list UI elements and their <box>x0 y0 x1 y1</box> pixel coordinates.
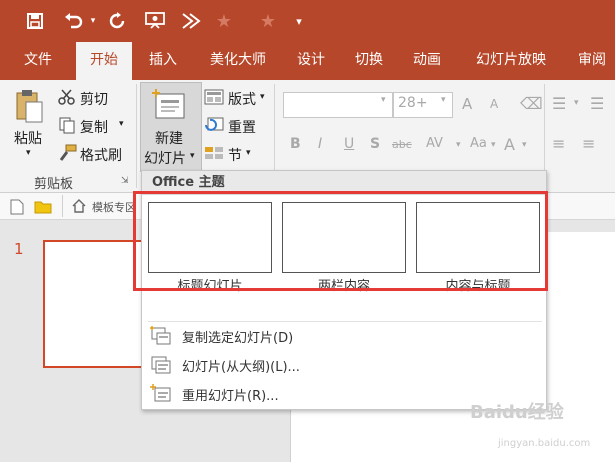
tab-template-label: 模板专区 <box>92 201 136 214</box>
paste-icon[interactable] <box>14 88 44 128</box>
layout-icon[interactable] <box>204 89 224 109</box>
clipboard-group-label: 剪贴板 <box>34 177 74 192</box>
present-icon[interactable] <box>142 6 168 36</box>
char-spacing-icon[interactable]: AV <box>426 136 443 151</box>
tab-beautify[interactable]: 美化大师 <box>200 42 276 80</box>
shrink-font-icon[interactable]: A <box>490 97 498 111</box>
group-divider <box>136 84 137 188</box>
font-color-dropdown-icon[interactable]: ▾ <box>522 140 527 150</box>
clear-format-icon[interactable]: ⌫ <box>520 94 543 113</box>
strikethrough-button[interactable]: abc <box>392 138 412 151</box>
copy-dropdown-icon[interactable]: ▾ <box>119 119 124 129</box>
dialog-launcher-icon[interactable]: ⇲ <box>121 176 129 186</box>
font-name-select[interactable] <box>283 92 393 118</box>
font-size-value: 28+ <box>398 95 428 111</box>
underline-button[interactable]: U <box>344 136 354 152</box>
layout-dropdown-icon[interactable]: ▾ <box>260 92 265 102</box>
watermark-url: jingyan.baidu.com <box>498 438 591 449</box>
new-slide-dropdown-icon[interactable]: ▾ <box>190 151 195 161</box>
copy-icon[interactable] <box>58 116 76 138</box>
annotation-highlight-box <box>133 191 548 291</box>
star-icon[interactable]: ★ <box>212 6 236 36</box>
align-left-icon[interactable]: ≡ <box>552 134 565 153</box>
tab-home[interactable]: 开始 <box>76 42 132 80</box>
font-color-button[interactable]: A <box>504 135 515 154</box>
cut-icon[interactable] <box>58 88 76 110</box>
star-effect-icon[interactable]: ★ <box>256 6 280 36</box>
section-label[interactable]: 节 <box>228 145 242 165</box>
bullets-dropdown-icon[interactable]: ▾ <box>574 98 579 108</box>
undo-icon[interactable] <box>60 6 88 36</box>
grow-font-icon[interactable]: A <box>462 95 472 113</box>
section-dropdown-icon[interactable]: ▾ <box>246 148 251 158</box>
tab-transitions[interactable]: 切换 <box>346 42 392 80</box>
tab-insert[interactable]: 插入 <box>138 42 188 80</box>
watermark: Baidu经验 <box>470 402 564 423</box>
bold-button[interactable]: B <box>290 136 301 152</box>
slide-number: 1 <box>14 240 24 258</box>
menu-divider <box>148 321 542 322</box>
tab-file[interactable]: 文件 <box>12 42 64 80</box>
reset-icon[interactable] <box>204 117 224 137</box>
bullets-icon[interactable]: ☰ <box>552 94 566 113</box>
format-painter-label[interactable]: 格式刷 <box>80 145 122 165</box>
copy-label[interactable]: 复制 <box>80 117 108 137</box>
paste-label[interactable]: 粘贴 <box>14 128 42 148</box>
layout-label[interactable]: 版式 <box>228 89 256 109</box>
save-icon[interactable] <box>22 6 48 36</box>
ribbon-tabs: 文件 开始 插入 美化大师 设计 切换 动画 幻灯片放映 审阅 <box>0 42 615 80</box>
font-name-dropdown-icon[interactable]: ▾ <box>381 95 386 105</box>
title-bar: ▾ ★ ★ ▾ <box>0 0 615 42</box>
new-slide-label-2: 幻灯片 <box>144 151 186 167</box>
customize-qat-icon[interactable]: ▾ <box>292 6 306 36</box>
format-painter-icon[interactable] <box>58 144 78 166</box>
font-size-dropdown-icon[interactable]: ▾ <box>441 95 446 105</box>
menu-item-slides-from-outline[interactable]: 幻灯片(从大纲)(L)... <box>146 352 542 378</box>
animate-icon[interactable] <box>178 6 204 36</box>
new-slide-icon <box>152 88 188 126</box>
menu-item-label: 幻灯片(从大纲)(L)... <box>182 359 300 375</box>
menu-item-duplicate-slide[interactable]: 复制选定幻灯片(D) <box>146 323 542 349</box>
repeat-icon[interactable] <box>104 6 130 36</box>
menu-item-label: 重用幻灯片(R)... <box>182 388 279 404</box>
shadow-button[interactable]: S <box>370 136 380 152</box>
new-slide-label-1: 新建 <box>155 131 183 147</box>
reset-label[interactable]: 重置 <box>228 117 256 137</box>
numbering-icon[interactable]: ☰ <box>590 94 604 113</box>
section-icon[interactable] <box>204 145 224 165</box>
cut-label[interactable]: 剪切 <box>80 89 108 109</box>
menu-item-label: 复制选定幻灯片(D) <box>182 330 294 346</box>
duplicate-slide-icon <box>150 326 172 346</box>
italic-button[interactable]: I <box>318 136 322 152</box>
tab-review[interactable]: 审阅 <box>570 42 614 80</box>
undo-dropdown-icon[interactable]: ▾ <box>88 6 98 36</box>
tab-animations[interactable]: 动画 <box>404 42 450 80</box>
folder-icon[interactable] <box>34 199 52 218</box>
change-case-dropdown-icon[interactable]: ▾ <box>491 140 496 150</box>
char-spacing-dropdown-icon[interactable]: ▾ <box>456 140 461 150</box>
tab-slideshow[interactable]: 幻灯片放映 <box>466 42 556 80</box>
paste-dropdown-icon[interactable]: ▾ <box>26 148 31 158</box>
outline-icon <box>150 355 172 375</box>
change-case-icon[interactable]: Aa <box>470 136 487 151</box>
home-icon <box>72 199 86 217</box>
align-center-icon[interactable]: ≡ <box>582 134 595 153</box>
tab-design[interactable]: 设计 <box>288 42 334 80</box>
new-document-icon[interactable] <box>10 199 24 219</box>
reuse-slides-icon <box>150 384 172 404</box>
